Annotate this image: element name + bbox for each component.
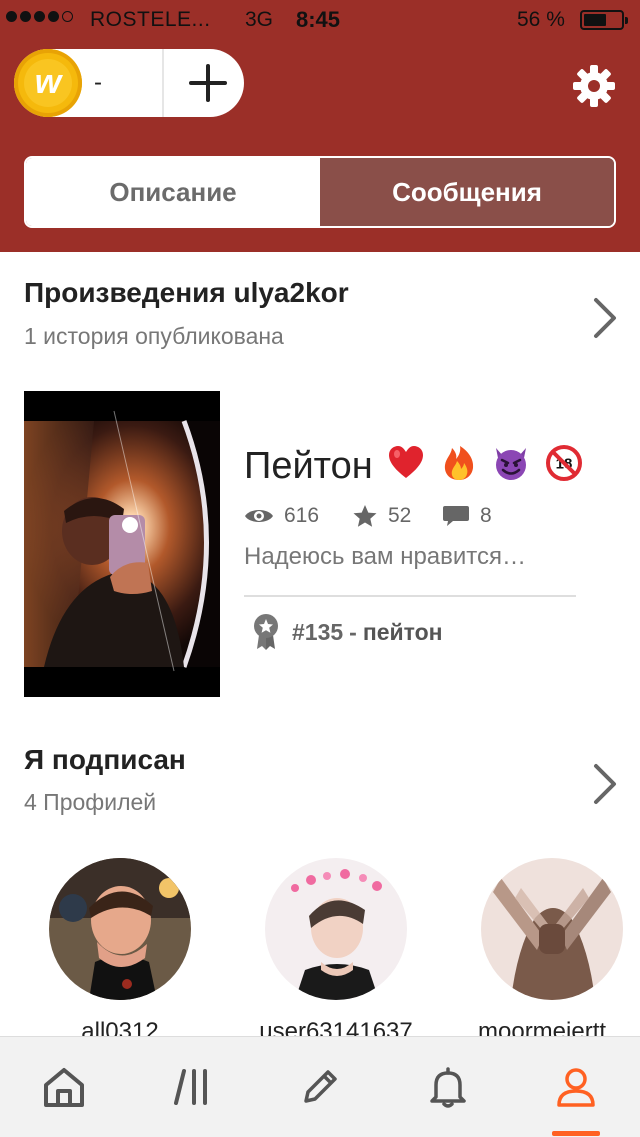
works-subtitle: 1 история опубликована (24, 323, 284, 349)
following-section-title[interactable]: Я подписан (24, 744, 186, 776)
tab-messages[interactable]: Сообщения (320, 158, 614, 226)
story-description: Надеюсь вам нравится… (244, 543, 527, 570)
divider (162, 49, 164, 117)
heart-emoji-icon (389, 446, 424, 478)
battery-icon (580, 10, 628, 30)
story-title-text: Пейтон (244, 445, 373, 487)
fire-emoji-icon (444, 446, 474, 480)
no-under-18-emoji-icon: 18 (546, 445, 583, 481)
avatar[interactable] (265, 858, 407, 1000)
works-chevron-right-icon[interactable] (590, 294, 620, 342)
story-cover-image[interactable] (24, 391, 220, 697)
works-section-title[interactable]: Произведения ulya2kor (24, 277, 349, 309)
rank-tag: пейтон (362, 618, 443, 645)
profile-icon (557, 1068, 595, 1107)
library-icon (174, 1069, 207, 1105)
comments-count: 8 (480, 504, 492, 527)
views-count: 616 (284, 504, 320, 527)
tab-profile[interactable] (512, 1037, 640, 1137)
active-tab-indicator (552, 1131, 600, 1136)
home-icon (44, 1068, 84, 1107)
rank-number: #135 (292, 618, 344, 645)
comment-icon (443, 506, 469, 526)
status-bar: ROSTELE... 3G 8:45 56 % (0, 0, 640, 40)
avatar[interactable] (49, 858, 191, 1000)
works-title-label: Произведения (24, 277, 226, 308)
clock: 8:45 (296, 7, 341, 32)
tab-description[interactable]: Описание (26, 158, 320, 226)
divider (244, 595, 576, 597)
coin-wallet[interactable]: w - (14, 49, 244, 117)
smiling-devil-emoji-icon (496, 448, 527, 480)
tab-notifications[interactable] (384, 1037, 512, 1137)
story-rank[interactable]: #135 - пейтон (252, 612, 443, 652)
signal-strength-icon (6, 11, 73, 22)
following-chevron-right-icon[interactable] (590, 760, 620, 808)
votes-stat: 52 (352, 500, 411, 532)
story-title[interactable]: Пейтон 18 (244, 444, 583, 488)
carrier-name: ROSTELE... (90, 8, 211, 31)
bell-icon (430, 1067, 466, 1108)
votes-count: 52 (388, 504, 412, 527)
rank-separator: - (349, 618, 357, 645)
battery-percent: 56 % (517, 8, 565, 31)
following-subtitle: 4 Профилей (24, 789, 157, 815)
buy-coins-button[interactable] (172, 49, 244, 117)
coin-count: - (94, 69, 102, 96)
pencil-icon (304, 1070, 337, 1103)
profile-tabs: Описание Сообщения (24, 156, 616, 228)
eye-icon (245, 510, 273, 522)
views-stat: 616 (244, 500, 319, 532)
works-username: ulya2kor (233, 277, 349, 308)
settings-gear-icon[interactable] (572, 64, 616, 108)
avatar[interactable] (481, 858, 623, 1000)
tab-library[interactable] (128, 1037, 256, 1137)
network-type: 3G (245, 8, 274, 31)
tab-home[interactable] (0, 1037, 128, 1137)
tab-write[interactable] (256, 1037, 384, 1137)
bottom-tab-bar (0, 1036, 640, 1137)
coin-icon: w (14, 49, 82, 117)
ranking-badge-icon (254, 614, 278, 650)
star-icon (353, 505, 377, 527)
comments-stat: 8 (442, 500, 492, 532)
